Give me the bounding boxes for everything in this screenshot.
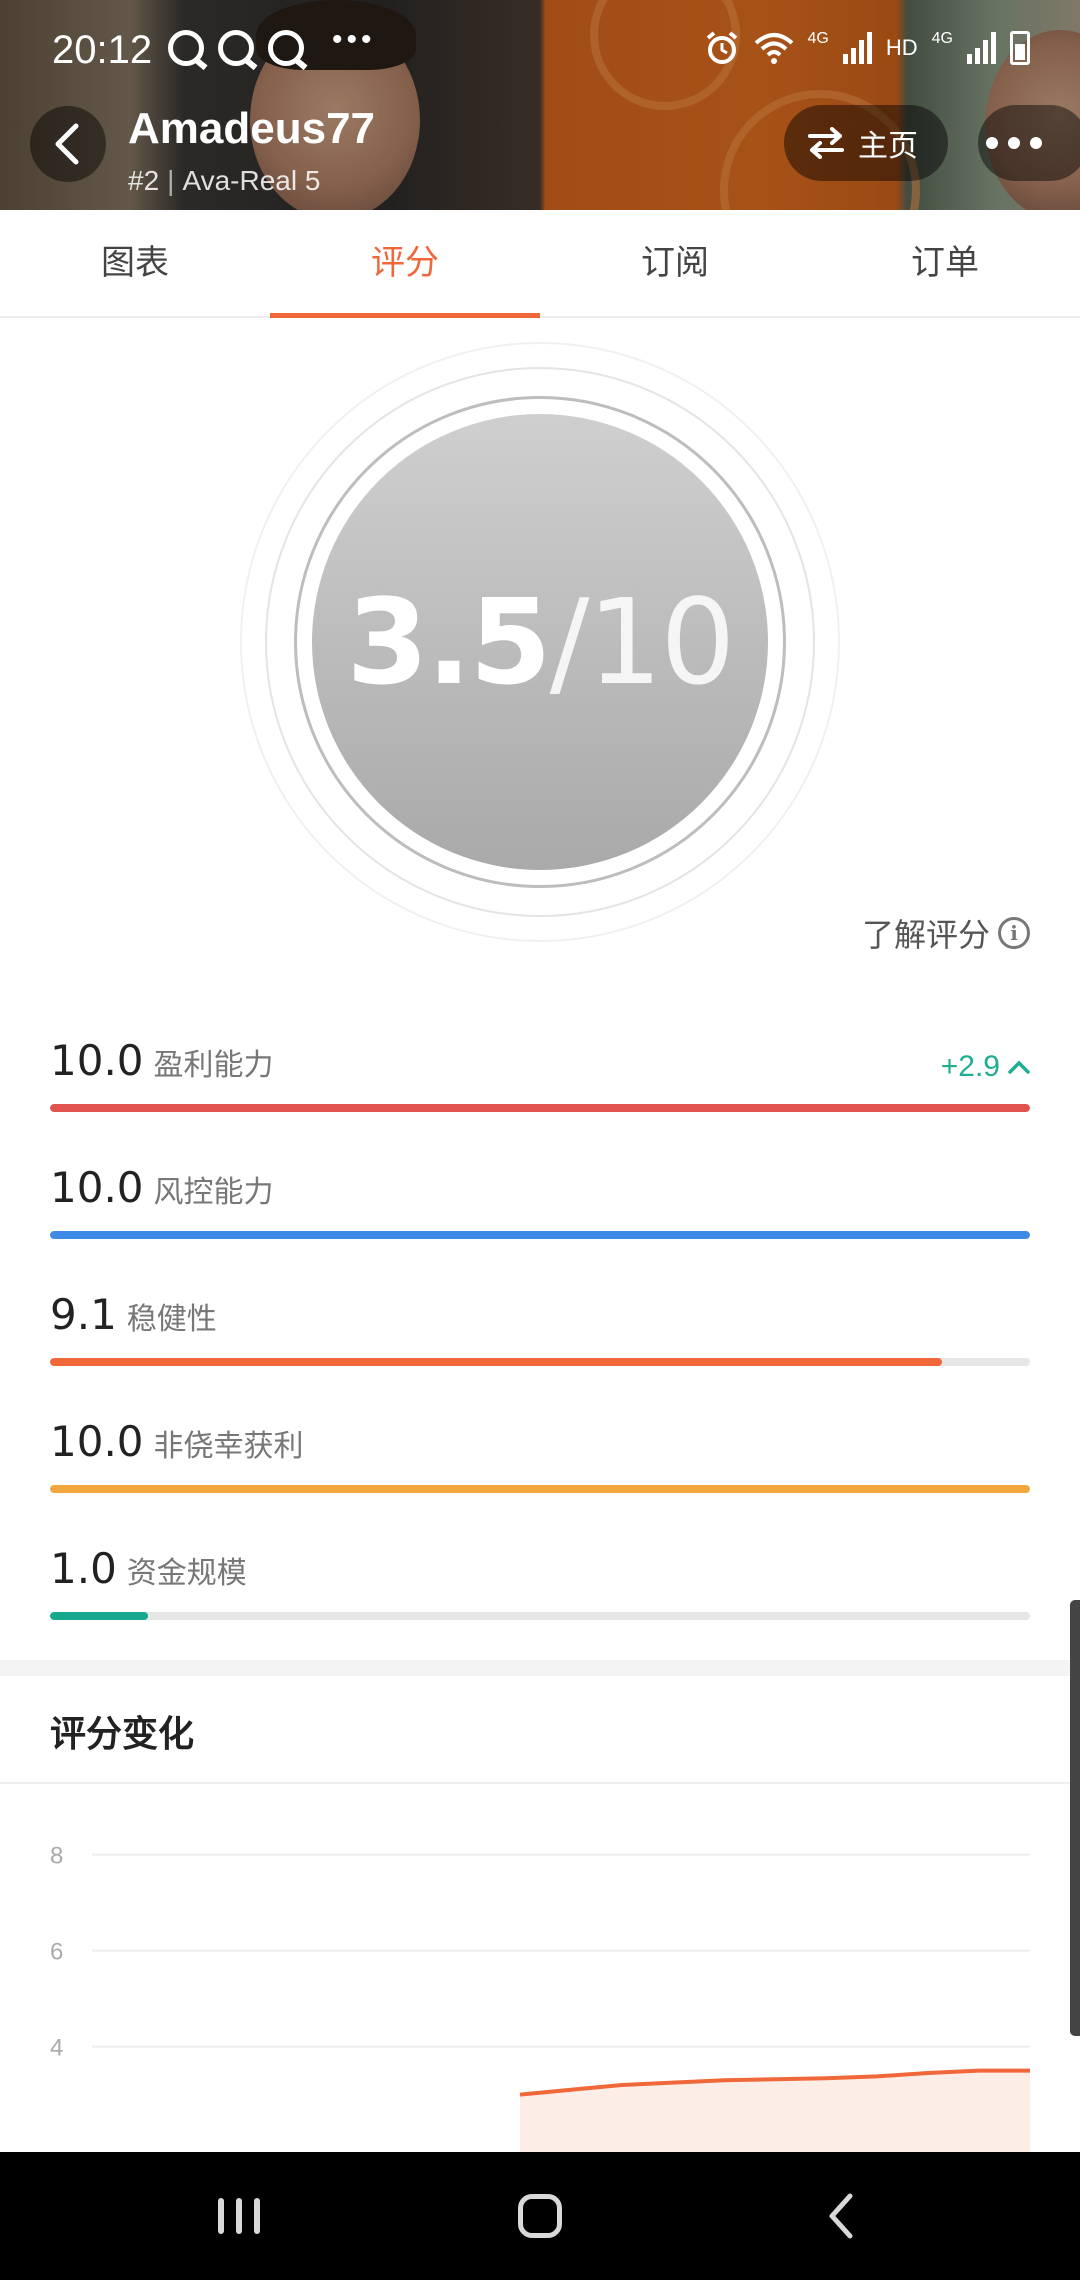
signal-icon bbox=[842, 32, 872, 64]
metric-risk-control: 10.0 风控能力 bbox=[50, 1163, 1030, 1239]
home-nav-button[interactable] bbox=[518, 2194, 562, 2238]
wifi-icon bbox=[754, 33, 793, 64]
status-right-icons: 4G HD 4G bbox=[704, 30, 1030, 66]
metric-label: 盈利能力 bbox=[153, 1049, 274, 1082]
trader-subtitle: #2 | Ava-Real 5 bbox=[128, 165, 320, 197]
metric-delta: +2.9 bbox=[941, 1050, 1030, 1084]
trader-name: Amadeus77 bbox=[128, 104, 376, 153]
chart-y-tick-label: 4 bbox=[50, 2035, 63, 2062]
qq-icon bbox=[168, 30, 204, 66]
metric-non-luck-profit: 10.0 非侥幸获利 bbox=[50, 1417, 1030, 1493]
tab-chart[interactable]: 图表 bbox=[0, 210, 270, 316]
metric-track bbox=[50, 1104, 1030, 1112]
subtitle-separator: | bbox=[167, 165, 175, 196]
more-dot bbox=[1030, 137, 1042, 149]
metric-fill bbox=[50, 1231, 1030, 1239]
metric-label: 风控能力 bbox=[153, 1176, 274, 1209]
delta-value: +2.9 bbox=[940, 1050, 1000, 1083]
metric-fill bbox=[50, 1358, 942, 1366]
chevron-left-icon bbox=[55, 123, 79, 165]
score-text: 3.5/10 bbox=[346, 573, 736, 711]
metric-value: 1.0 bbox=[50, 1544, 117, 1593]
score-history-title: 评分变化 bbox=[50, 1713, 195, 1754]
metric-track bbox=[50, 1231, 1030, 1239]
more-options-button[interactable] bbox=[978, 105, 1080, 181]
system-navigation-bar bbox=[0, 2152, 1080, 2280]
recent-apps-button[interactable] bbox=[218, 2198, 260, 2234]
notification-icons: ••• bbox=[168, 23, 376, 66]
section-divider-line bbox=[0, 1782, 1080, 1784]
chart-y-tick-label: 6 bbox=[50, 1939, 63, 1966]
trader-rank: #2 bbox=[128, 165, 160, 196]
more-notifications-icon: ••• bbox=[332, 23, 376, 56]
score-value: 3.5 bbox=[346, 573, 552, 711]
metric-track bbox=[50, 1358, 1030, 1366]
recents-bar bbox=[236, 2198, 242, 2234]
more-dot bbox=[986, 137, 998, 149]
metric-value: 10.0 bbox=[50, 1036, 144, 1085]
metric-value: 9.1 bbox=[50, 1290, 117, 1339]
metric-fill bbox=[50, 1485, 1030, 1493]
metric-fill bbox=[50, 1104, 1030, 1112]
tab-score[interactable]: 评分 bbox=[270, 210, 540, 318]
tab-orders[interactable]: 订单 bbox=[810, 210, 1080, 316]
chart-y-tick-label: 8 bbox=[50, 1843, 63, 1870]
hd-label: HD bbox=[885, 35, 918, 60]
more-dot bbox=[1008, 137, 1020, 149]
score-history-chart: 8 6 4 bbox=[50, 1843, 1030, 2152]
home-button-label: 主页 bbox=[858, 130, 918, 163]
status-time: 20:12 bbox=[52, 28, 153, 72]
score-badge: 3.5/10 bbox=[312, 414, 768, 870]
score-total: /10 bbox=[549, 573, 736, 711]
tab-subscribe[interactable]: 订阅 bbox=[540, 210, 810, 316]
metric-track bbox=[50, 1485, 1030, 1493]
scrollbar[interactable] bbox=[1070, 1600, 1080, 2036]
info-icon: i bbox=[998, 917, 1030, 949]
metric-value: 10.0 bbox=[50, 1163, 144, 1212]
metric-stability: 9.1 稳健性 bbox=[50, 1290, 1030, 1366]
metric-profitability: 10.0 盈利能力 +2.9 bbox=[50, 1036, 1030, 1112]
metric-label: 资金规模 bbox=[126, 1557, 247, 1590]
recents-bar bbox=[254, 2198, 260, 2234]
qq-icon bbox=[218, 30, 254, 66]
metric-track bbox=[50, 1612, 1030, 1620]
status-bar: 20:12 ••• 4G HD 4G bbox=[0, 0, 1080, 100]
qq-icon bbox=[268, 30, 304, 66]
metric-label: 非侥幸获利 bbox=[153, 1430, 304, 1463]
metric-capital-scale: 1.0 资金规模 bbox=[50, 1544, 1030, 1620]
battery-icon bbox=[1010, 31, 1030, 65]
tab-bar: 图表 评分 订阅 订单 bbox=[0, 210, 1080, 318]
learn-score-link[interactable]: 了解评分 i bbox=[862, 910, 1030, 956]
home-button[interactable]: 主页 bbox=[784, 105, 948, 181]
trader-account: Ava-Real 5 bbox=[182, 165, 321, 196]
network-4g-label: 4G bbox=[807, 30, 829, 47]
learn-score-label: 了解评分 bbox=[861, 917, 990, 953]
switch-icon bbox=[808, 127, 844, 159]
alarm-icon bbox=[706, 31, 737, 64]
chevron-up-icon bbox=[1008, 1060, 1030, 1074]
metric-value: 10.0 bbox=[50, 1417, 144, 1466]
back-button[interactable] bbox=[30, 106, 106, 182]
metric-fill bbox=[50, 1612, 148, 1620]
section-divider bbox=[0, 1660, 1080, 1676]
recents-bar bbox=[218, 2198, 224, 2234]
signal-icon bbox=[967, 32, 996, 64]
back-nav-button[interactable] bbox=[826, 2192, 856, 2240]
profile-header: 20:12 ••• 4G HD 4G Amadeus77 #2 | Ava-Re… bbox=[0, 0, 1080, 210]
metric-label: 稳健性 bbox=[126, 1303, 217, 1336]
network-4g-label: 4G bbox=[931, 30, 953, 47]
chart-series-area bbox=[520, 2070, 1030, 2152]
